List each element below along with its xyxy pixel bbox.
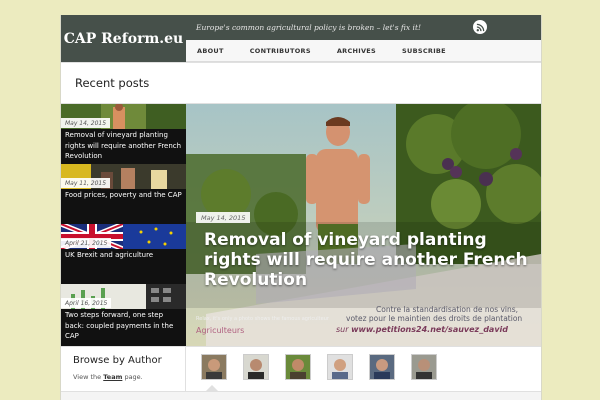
list-item[interactable]: May 11, 2015 Food prices, poverty and th…: [61, 164, 186, 224]
avatar[interactable]: [243, 354, 269, 380]
recent-posts-heading: Recent posts: [75, 76, 150, 90]
post-title[interactable]: UK Brexit and agriculture: [65, 250, 183, 261]
post-title[interactable]: Two steps forward, one step back: couple…: [65, 310, 183, 342]
avatar[interactable]: [327, 354, 353, 380]
sign-text-line1: Contre la standardisation de nos vins,: [376, 305, 519, 314]
post-date: April 16, 2015: [61, 298, 112, 308]
post-date: May 14, 2015: [61, 118, 111, 128]
site-tagline: Europe's common agricultural policy is b…: [196, 23, 421, 32]
avatar[interactable]: [285, 354, 311, 380]
sign-prefix: sur: [336, 325, 352, 334]
avatar[interactable]: [411, 354, 437, 380]
site-logo-text[interactable]: CAP Reform.eu: [64, 31, 183, 47]
header-divider: [61, 62, 541, 63]
sign-text-line2: votez pour le maintien des droits de pla…: [346, 314, 523, 323]
bottom-strip: [61, 391, 541, 400]
page-wrapper: CAP Reform.eu Europe's common agricultur…: [60, 15, 542, 400]
post-title[interactable]: Food prices, poverty and the CAP: [65, 190, 183, 201]
featured-post[interactable]: May 14, 2015 Removal of vineyard plantin…: [186, 104, 541, 346]
list-item[interactable]: April 16, 2015 Two steps forward, one st…: [61, 284, 186, 346]
avatar[interactable]: [369, 354, 395, 380]
list-item[interactable]: April 21, 2015 UK Brexit and agriculture: [61, 224, 186, 284]
list-item[interactable]: May 14, 2015 Removal of vineyard plantin…: [61, 104, 186, 164]
main-nav: ABOUT CONTRIBUTORS ARCHIVES SUBSCRIBE: [186, 40, 541, 62]
browse-text: View the Team page.: [73, 373, 143, 381]
post-date: May 11, 2015: [61, 178, 111, 188]
tagline-bar: Europe's common agricultural policy is b…: [186, 15, 541, 40]
author-avatars: [201, 354, 453, 380]
nav-about[interactable]: ABOUT: [197, 47, 224, 55]
sign-url: www.petitions24.net/sauvez_david: [351, 325, 509, 334]
recent-post-list: May 14, 2015 Removal of vineyard plantin…: [61, 104, 186, 346]
featured-post-date: May 14, 2015: [196, 212, 251, 223]
site-logo[interactable]: CAP Reform.eu: [61, 15, 186, 62]
browse-heading: Browse by Author: [73, 355, 162, 366]
sign-agriculteurs: Agriculteurs: [196, 326, 245, 335]
post-title[interactable]: Removal of vineyard planting rights will…: [65, 130, 183, 162]
nav-contributors[interactable]: CONTRIBUTORS: [250, 47, 311, 55]
sign-text-line3: sur www.petitions24.net/sauvez_david: [336, 325, 508, 334]
nav-archives[interactable]: ARCHIVES: [337, 47, 376, 55]
rss-icon[interactable]: [473, 20, 487, 34]
browse-text-before: View the: [73, 373, 104, 381]
post-date: April 21, 2015: [61, 238, 112, 248]
image-caption: Relax, it's only a photo shows the famou…: [196, 316, 329, 322]
browse-text-after: page.: [122, 373, 143, 381]
team-link[interactable]: Team: [103, 373, 122, 381]
featured-post-title[interactable]: Removal of vineyard planting rights will…: [204, 230, 534, 290]
nav-subscribe[interactable]: SUBSCRIBE: [402, 47, 446, 55]
avatar[interactable]: [201, 354, 227, 380]
